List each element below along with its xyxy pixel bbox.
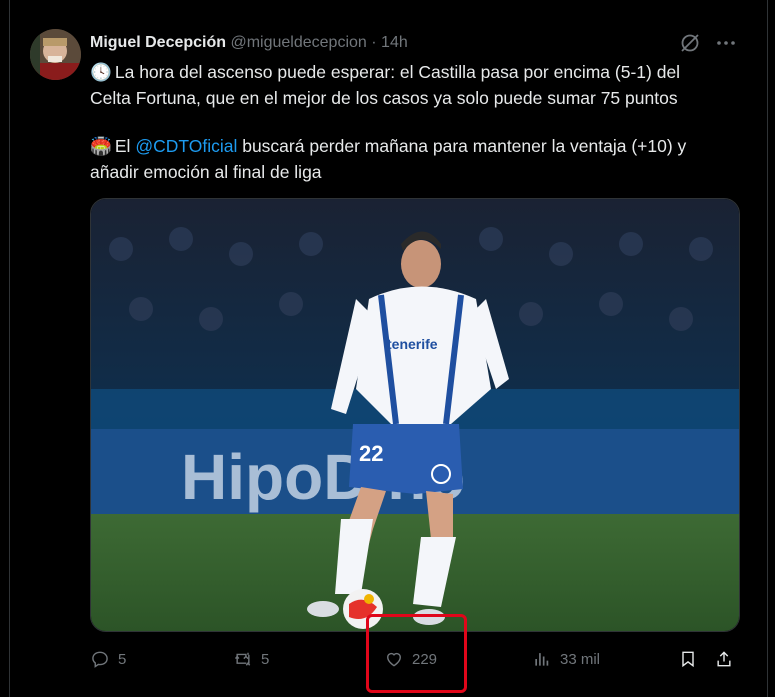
- reply-count: 5: [118, 650, 127, 668]
- views-icon: [535, 653, 549, 666]
- clock-icon: 🕓: [90, 62, 112, 82]
- bookmark-icon: [682, 651, 694, 668]
- timeline-border-left: [9, 0, 10, 697]
- tweet-time[interactable]: 14h: [381, 34, 408, 51]
- views-count: 33 mil: [560, 650, 601, 668]
- tweet-text-line-2: Celta Fortuna, que en el mejor de los ca…: [90, 88, 678, 108]
- tweet-text-segment: buscará perder mañana para mantener la v…: [237, 136, 687, 156]
- author-name[interactable]: Miguel Decepción: [90, 34, 226, 51]
- grok-icon[interactable]: [678, 31, 702, 55]
- repost-button[interactable]: 5: [233, 644, 269, 674]
- views-button[interactable]: 33 mil: [532, 644, 600, 674]
- avatar[interactable]: [30, 29, 81, 80]
- tweet-text-line-4: añadir emoción al final de liga: [90, 162, 322, 182]
- repost-count: 5: [261, 650, 270, 668]
- timeline-border-right: [767, 0, 768, 697]
- mention-link[interactable]: @CDTOficial: [135, 136, 237, 156]
- tweet-header: Miguel Decepción @migueldecepcion · 14h: [90, 31, 408, 55]
- shirt-sponsor: tenerife: [387, 336, 438, 352]
- tweet-top-actions: [678, 31, 748, 55]
- author-handle[interactable]: @migueldecepcion: [230, 34, 366, 51]
- header-separator: ·: [371, 34, 377, 51]
- bookmark-button[interactable]: [678, 644, 706, 674]
- tweet-text-line-1: 🕓 La hora del ascenso puede esperar: el …: [90, 59, 750, 85]
- avatar-image: [30, 29, 81, 80]
- reply-icon: [92, 651, 108, 668]
- tweet-text-line-3: 🏟️ El @CDTOficial buscará perder mañana …: [90, 133, 750, 159]
- repost-icon: [234, 652, 251, 666]
- share-icon: [717, 651, 731, 667]
- tweet-text-segment: El: [114, 136, 136, 156]
- shirt-number: 22: [359, 441, 383, 466]
- tweet-text-segment: La hora del ascenso puede esperar: el Ca…: [114, 62, 681, 82]
- tweet-photo[interactable]: HipoDino tenerife 22: [90, 198, 740, 632]
- stadium-icon: 🏟️: [90, 136, 112, 156]
- highlight-annotation-box: [366, 614, 467, 693]
- more-icon[interactable]: [714, 31, 738, 55]
- football-player-photo: HipoDino tenerife 22: [91, 199, 739, 631]
- share-button[interactable]: [714, 644, 742, 674]
- reply-button[interactable]: 5: [90, 644, 126, 674]
